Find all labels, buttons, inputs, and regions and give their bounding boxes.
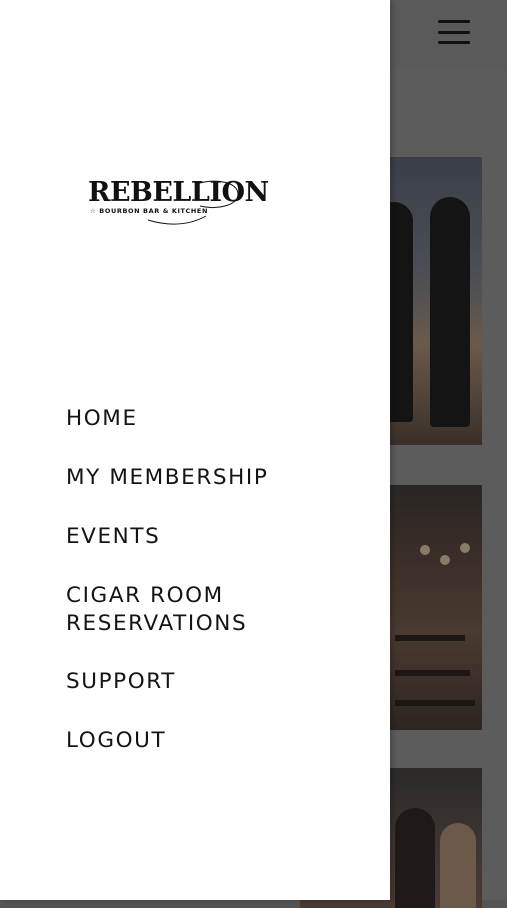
nav-item-cigar-room-reservations[interactable]: CIGAR ROOM RESERVATIONS [66,582,247,638]
nav-item-home[interactable]: HOME [66,405,138,433]
person-silhouette [395,808,435,908]
nav-item-my-membership[interactable]: MY MEMBERSHIP [66,464,268,492]
nav-item-logout[interactable]: LOGOUT [66,727,166,755]
nav-item-support[interactable]: SUPPORT [66,668,176,696]
logo-tagline: ☆ BOURBON BAR & KITCHEN [90,207,208,215]
rebellion-logo: REBELLION ☆ BOURBON BAR & KITCHEN [88,176,269,232]
person-silhouette [440,823,476,908]
nav-item-events[interactable]: EVENTS [66,523,160,551]
logo-wordmark: REBELLION [88,177,269,208]
nav-item-label-line2: RESERVATIONS [66,611,248,636]
navigation-drawer: REBELLION ☆ BOURBON BAR & KITCHEN HOME M… [0,0,390,900]
hamburger-menu-icon[interactable] [438,18,470,46]
nav-item-label: CIGAR ROOM [66,583,224,608]
person-silhouette [430,197,470,427]
